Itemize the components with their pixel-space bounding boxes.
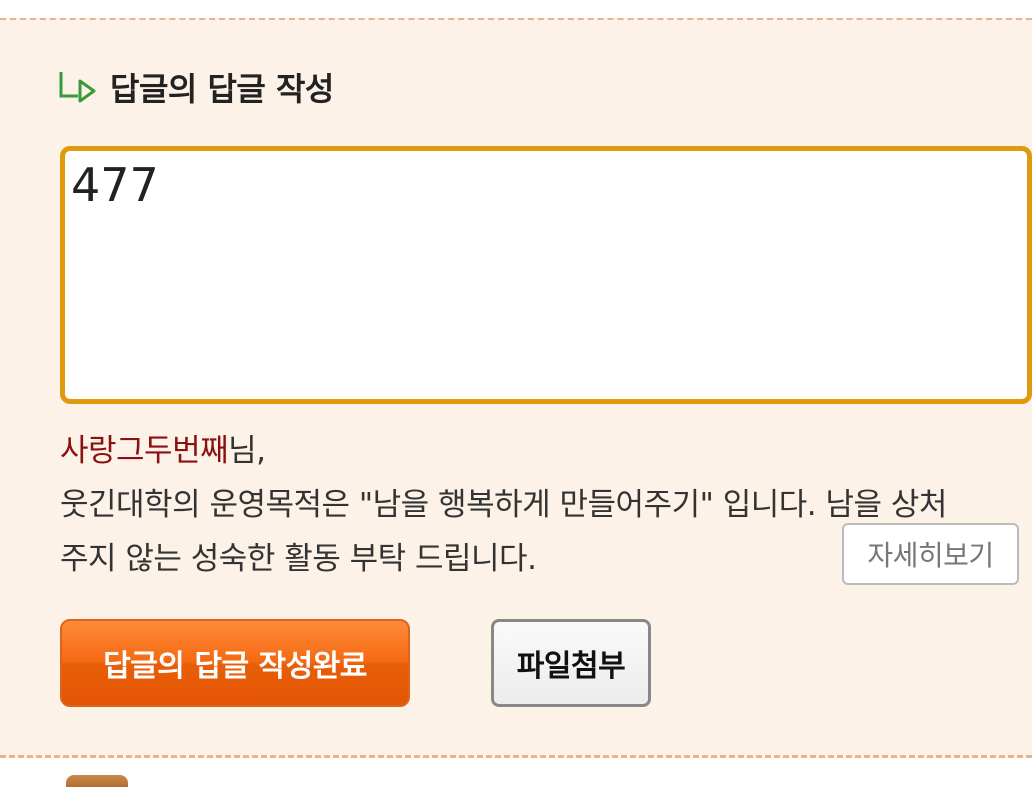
bottom-strip (0, 758, 1032, 783)
notice-honorific: 님, (228, 433, 266, 469)
top-strip (0, 0, 1032, 18)
reply-textarea[interactable] (60, 146, 1032, 404)
reply-heading: 답글의 답글 작성 (58, 62, 334, 112)
notice-greeting: 사랑그두번째님, (60, 424, 1032, 478)
reply-arrow-icon (59, 72, 96, 103)
attach-file-button[interactable]: 파일첨부 (491, 619, 651, 707)
detail-button[interactable]: 자세히보기 (842, 523, 1019, 585)
avatar (66, 775, 128, 787)
reply-title: 답글의 답글 작성 (110, 70, 334, 108)
notice-username: 사랑그두번째 (60, 433, 229, 469)
submit-reply-button[interactable]: 답글의 답글 작성완료 (60, 619, 410, 707)
